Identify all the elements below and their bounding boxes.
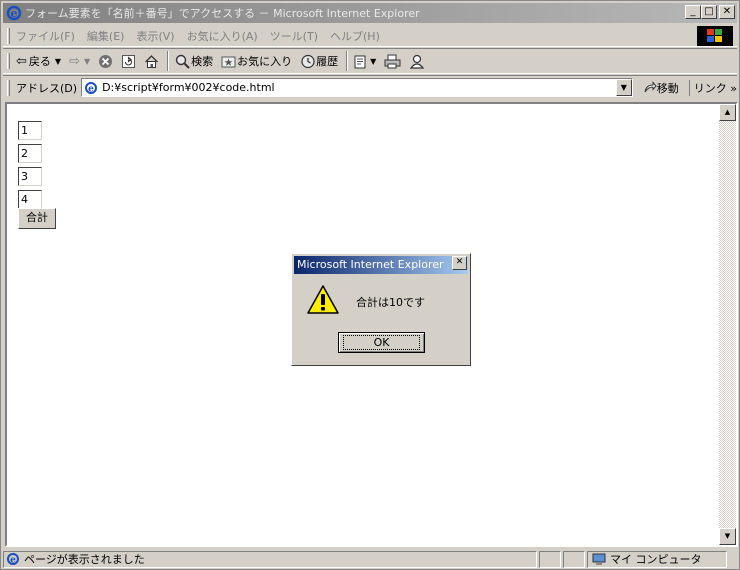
status-text-pane: e ページが表示されました	[3, 550, 537, 568]
number-input-1[interactable]	[18, 121, 42, 140]
dialog-message: 合計は10です	[356, 296, 425, 309]
dialog-title[interactable]: Microsoft Internet Explorer	[294, 256, 468, 274]
refresh-icon	[122, 54, 136, 68]
title-bar[interactable]: e フォーム要素を「名前＋番号」でアクセスする － Microsoft Inte…	[3, 3, 737, 23]
status-bar: e ページが表示されました マイ コンピュータ	[3, 549, 739, 569]
address-input[interactable]: e D:¥script¥form¥002¥code.html ▼	[81, 78, 633, 97]
zone-label: マイ コンピュータ	[610, 553, 702, 566]
search-label: 検索	[191, 55, 214, 68]
back-button[interactable]: ⇦ 戻る ▼	[16, 53, 61, 69]
menu-tools[interactable]: ツール(T)	[270, 28, 318, 44]
favorites-label: お気に入り	[237, 55, 293, 68]
sum-button[interactable]: 合計	[18, 208, 56, 229]
minimize-button[interactable]: _	[685, 5, 701, 19]
status-pane-progress	[539, 550, 561, 568]
alert-dialog: Microsoft Internet Explorer ✕ 合計は10です OK	[291, 253, 471, 366]
dialog-close-button[interactable]: ✕	[452, 256, 467, 270]
mail-button[interactable]: ▼	[354, 54, 376, 69]
home-icon	[145, 54, 159, 68]
favorites-icon	[221, 56, 236, 67]
back-arrow-icon: ⇦	[16, 53, 27, 69]
forward-arrow-icon: ⇨	[69, 53, 80, 69]
address-bar: アドレス(D) e D:¥script¥form¥002¥code.html ▼…	[3, 75, 737, 99]
ok-label: OK	[342, 335, 421, 350]
status-zone: マイ コンピュータ	[587, 550, 727, 568]
ok-button[interactable]: OK	[338, 332, 425, 353]
address-url: D:¥script¥form¥002¥code.html	[102, 81, 275, 94]
warning-icon	[307, 285, 339, 314]
print-button[interactable]	[384, 54, 401, 69]
chevron-down-icon[interactable]: ▼	[55, 57, 61, 66]
history-button[interactable]: 履歴	[300, 53, 338, 69]
menu-file[interactable]: ファイル(F)	[16, 28, 75, 44]
print-icon	[384, 54, 401, 68]
menu-view[interactable]: 表示(V)	[136, 28, 174, 44]
window-title: フォーム要素を「名前＋番号」でアクセスする － Microsoft Intern…	[25, 7, 420, 20]
windows-logo-icon	[697, 26, 733, 46]
menu-edit[interactable]: 編集(E)	[87, 28, 125, 44]
go-arrow-icon	[644, 81, 657, 93]
svg-text:e: e	[10, 556, 16, 566]
scroll-down-button[interactable]: ▼	[719, 528, 736, 545]
mail-icon	[354, 55, 366, 68]
go-button[interactable]: 移動	[643, 80, 679, 96]
ie-icon: e	[6, 5, 22, 21]
home-button[interactable]	[144, 54, 159, 69]
menu-help[interactable]: ヘルプ(H)	[330, 28, 380, 44]
address-label: アドレス(D)	[16, 81, 78, 95]
go-label: 移動	[656, 81, 679, 95]
scroll-up-button[interactable]: ▲	[719, 104, 736, 121]
toolbar-grip[interactable]	[7, 27, 10, 44]
number-input-4[interactable]	[18, 190, 42, 209]
messenger-button[interactable]	[409, 54, 425, 69]
page-icon: e	[7, 553, 19, 566]
chevron-down-icon[interactable]: ▼	[615, 79, 632, 96]
standard-toolbar: ⇦ 戻る ▼ ⇨ ▼ 検索 お気に入り 履歴 ▼	[3, 48, 737, 74]
svg-text:e: e	[11, 7, 18, 20]
toolbar-grip[interactable]	[7, 53, 10, 69]
history-icon	[301, 54, 315, 68]
history-label: 履歴	[316, 55, 339, 68]
toolbar-separator	[346, 51, 349, 71]
menu-bar: ファイル(F) 編集(E) 表示(V) お気に入り(A) ツール(T) ヘルプ(…	[3, 25, 737, 47]
search-button[interactable]: 検索	[175, 53, 213, 69]
favorites-button[interactable]: お気に入り	[221, 53, 292, 69]
number-input-3[interactable]	[18, 167, 42, 186]
toolbar-separator	[167, 51, 170, 71]
vertical-scrollbar[interactable]: ▲ ▼	[719, 104, 736, 545]
computer-icon	[592, 553, 606, 565]
search-icon	[175, 54, 190, 69]
chevron-down-icon[interactable]: ▼	[84, 57, 90, 66]
links-button[interactable]: リンク »	[688, 79, 737, 96]
back-label: 戻る	[28, 55, 51, 68]
stop-icon	[99, 54, 113, 68]
toolbar-grip[interactable]	[7, 79, 10, 96]
svg-text:e: e	[88, 84, 94, 94]
stop-button[interactable]	[98, 54, 113, 69]
user-icon	[410, 54, 425, 69]
browser-window: e フォーム要素を「名前＋番号」でアクセスする － Microsoft Inte…	[0, 0, 740, 570]
forward-button[interactable]: ⇨ ▼	[69, 54, 90, 69]
chevron-down-icon[interactable]: ▼	[370, 57, 376, 66]
close-button[interactable]: ✕	[719, 5, 735, 19]
status-pane-secure	[563, 550, 585, 568]
page-icon: e	[85, 81, 98, 94]
maximize-button[interactable]: □	[701, 5, 717, 19]
status-text: ページが表示されました	[24, 553, 145, 566]
menu-favorites[interactable]: お気に入り(A)	[187, 28, 258, 44]
number-input-2[interactable]	[18, 144, 42, 163]
refresh-button[interactable]	[121, 54, 136, 69]
